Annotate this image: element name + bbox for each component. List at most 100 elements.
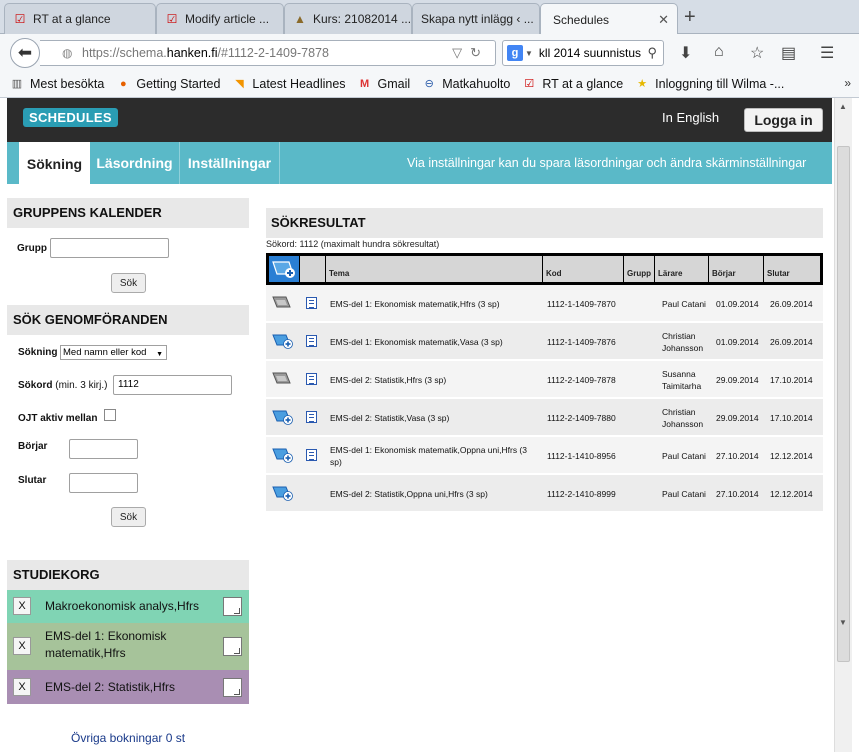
table-row[interactable]: EMS-del 1: Ekonomisk matematik,Vasa (3 s…: [266, 323, 823, 360]
start-date-input[interactable]: [69, 439, 138, 459]
details-list-icon[interactable]: [306, 373, 317, 385]
back-button[interactable]: ⬅: [10, 38, 40, 68]
checkmark-icon: ☑: [524, 78, 535, 90]
table-row[interactable]: EMS-del 1: Ekonomisk matematik,Oppna uni…: [266, 437, 823, 474]
bookmark-inloggning-wilma[interactable]: ★ Inloggning till Wilma -...: [635, 77, 784, 91]
browser-tab-rt-at-a-glance[interactable]: ☑ RT at a glance: [4, 3, 156, 34]
table-row[interactable]: EMS-del 1: Ekonomisk matematik,Hfrs (3 s…: [266, 285, 823, 322]
cell-kod: 1112-1-1410-8956: [547, 451, 616, 461]
bookmark-icon: ▥: [11, 78, 23, 90]
calendar-icon[interactable]: [223, 678, 242, 697]
bookmark-latest-headlines[interactable]: ◥ Latest Headlines: [232, 77, 345, 91]
chevron-down-icon[interactable]: ▼: [525, 49, 533, 58]
table-row[interactable]: EMS-del 2: Statistik,Hfrs (3 sp) 1112-2-1…: [266, 361, 823, 398]
basket-item: X EMS-del 2: Statistik,Hfrs: [7, 670, 249, 704]
browser-tab-modify-article[interactable]: ☑ Modify article ...: [156, 3, 284, 34]
other-bookings-link[interactable]: Övriga bokningar 0 st: [71, 731, 185, 745]
ojt-checkbox[interactable]: [104, 409, 116, 421]
table-row[interactable]: EMS-del 2: Statistik,Oppna uni,Hfrs (3 s…: [266, 475, 823, 512]
browser-tab-schedules[interactable]: Schedules ✕: [540, 3, 678, 35]
calendar-add-icon[interactable]: [272, 447, 294, 463]
reading-list-icon[interactable]: ▤: [781, 43, 796, 63]
bookmark-getting-started[interactable]: ● Getting Started: [116, 77, 220, 91]
basket-item: X EMS-del 1: Ekonomisk matematik,Hfrs: [7, 623, 249, 670]
results-title: SÖKRESULTAT: [266, 208, 823, 238]
details-list-icon[interactable]: [306, 335, 317, 347]
arrow-left-icon: ⬅: [17, 43, 33, 62]
group-search-button[interactable]: Sök: [111, 273, 146, 293]
scroll-down-icon[interactable]: ▼: [839, 618, 847, 627]
group-input[interactable]: [50, 238, 169, 258]
column-header-slutar[interactable]: Slutar: [764, 256, 820, 282]
scroll-up-icon[interactable]: ▲: [839, 102, 847, 111]
tab-sokning[interactable]: Sökning: [19, 142, 90, 186]
group-label: Grupp: [17, 243, 47, 254]
cell-larare: Susanna Taimitarha: [662, 369, 702, 391]
search-icon[interactable]: ⚲: [647, 45, 657, 61]
column-header-grupp[interactable]: Grupp: [624, 256, 654, 282]
cell-tema: EMS-del 1: Ekonomisk matematik,Vasa (3 s…: [330, 337, 503, 347]
bookmark-matkahuolto[interactable]: ⊖ Matkahuolto: [422, 77, 511, 91]
cell-tema: EMS-del 1: Ekonomisk matematik,Oppna uni…: [330, 445, 527, 467]
main-tabs: Sökning Läsordning Inställningar Via ins…: [7, 142, 832, 186]
implementation-search-button[interactable]: Sök: [111, 507, 146, 527]
remove-basket-item-button[interactable]: X: [13, 597, 31, 615]
reload-icon[interactable]: ▽↻: [452, 45, 489, 61]
bookmarks-overflow-icon[interactable]: »: [844, 76, 851, 90]
details-list-icon[interactable]: [306, 297, 317, 309]
search-mode-label: Sökning: [18, 347, 58, 358]
table-row[interactable]: EMS-del 2: Statistik,Vasa (3 sp) 1112-2-1…: [266, 399, 823, 436]
cell-borjar: 01.09.2014: [716, 337, 759, 347]
study-basket-title: STUDIEKORG: [7, 560, 249, 590]
details-list-icon[interactable]: [306, 449, 317, 461]
login-button[interactable]: Logga in: [744, 108, 823, 132]
rss-icon: ◥: [235, 78, 244, 90]
cell-larare: Christian Johansson: [662, 407, 704, 429]
cell-larare: Paul Catani: [662, 299, 706, 309]
browser-tab-kurs[interactable]: ▲ Kurs: 21082014 ...: [284, 3, 412, 34]
home-icon[interactable]: ⌂: [714, 43, 724, 61]
column-header-tema[interactable]: Tema: [326, 256, 542, 282]
cell-kod: 1112-2-1409-7880: [547, 413, 616, 423]
calendar-add-icon[interactable]: [272, 485, 294, 501]
calendar-disabled-icon[interactable]: [272, 295, 294, 311]
bookmark-star-icon[interactable]: ☆: [750, 43, 764, 63]
cell-larare: Paul Catani: [662, 451, 706, 461]
keyword-input[interactable]: 1112: [113, 375, 232, 395]
schedules-logo[interactable]: SCHEDULES: [23, 108, 118, 127]
bookmark-gmail[interactable]: M Gmail: [358, 77, 410, 91]
new-tab-icon[interactable]: +: [684, 6, 696, 29]
details-list-icon[interactable]: [306, 411, 317, 423]
hat-icon: ▲: [294, 12, 306, 26]
add-all-to-calendar-button[interactable]: [269, 256, 299, 282]
scrollbar-thumb[interactable]: [837, 146, 850, 662]
browser-tab-skapa-nytt-inlagg[interactable]: Skapa nytt inlägg ‹ ...: [412, 3, 540, 34]
end-date-input[interactable]: [69, 473, 138, 493]
calendar-add-icon[interactable]: [272, 333, 294, 349]
calendar-disabled-icon[interactable]: [272, 371, 294, 387]
search-bar[interactable]: g ▼ kll 2014 suunnistus ⚲: [502, 40, 664, 66]
menu-icon[interactable]: ☰: [820, 43, 834, 63]
checkmark-icon: ☑: [14, 12, 26, 26]
column-header-kod[interactable]: Kod: [543, 256, 623, 282]
column-header-borjar[interactable]: Börjar: [709, 256, 763, 282]
tab-lasordning[interactable]: Läsordning: [90, 142, 180, 184]
calendar-add-icon[interactable]: [272, 409, 294, 425]
in-english-link[interactable]: In English: [662, 110, 719, 125]
bookmark-rt-at-a-glance[interactable]: ☑ RT at a glance: [522, 77, 623, 91]
bookmark-mest-besokta[interactable]: ▥ Mest besökta: [10, 77, 105, 91]
column-header-larare[interactable]: Lärare: [655, 256, 708, 282]
url-bar[interactable]: ◍ https://schema. hanken.fi/#1112-2-1409-…: [40, 40, 496, 66]
download-icon[interactable]: ⬇: [679, 43, 692, 63]
window-edge: [852, 98, 859, 752]
remove-basket-item-button[interactable]: X: [13, 678, 31, 696]
remove-basket-item-button[interactable]: X: [13, 637, 31, 655]
search-mode-select[interactable]: Med namn eller kod ▼: [60, 345, 167, 360]
tab-installningar[interactable]: Inställningar: [180, 142, 280, 184]
group-calendar-title: GRUPPENS KALENDER: [7, 198, 249, 228]
cell-slutar: 26.09.2014: [770, 299, 813, 309]
calendar-icon[interactable]: [223, 597, 242, 616]
calendar-icon[interactable]: [223, 637, 242, 656]
page-scrollbar[interactable]: ▲ ▼: [834, 98, 852, 752]
close-tab-icon[interactable]: ✕: [658, 12, 669, 28]
